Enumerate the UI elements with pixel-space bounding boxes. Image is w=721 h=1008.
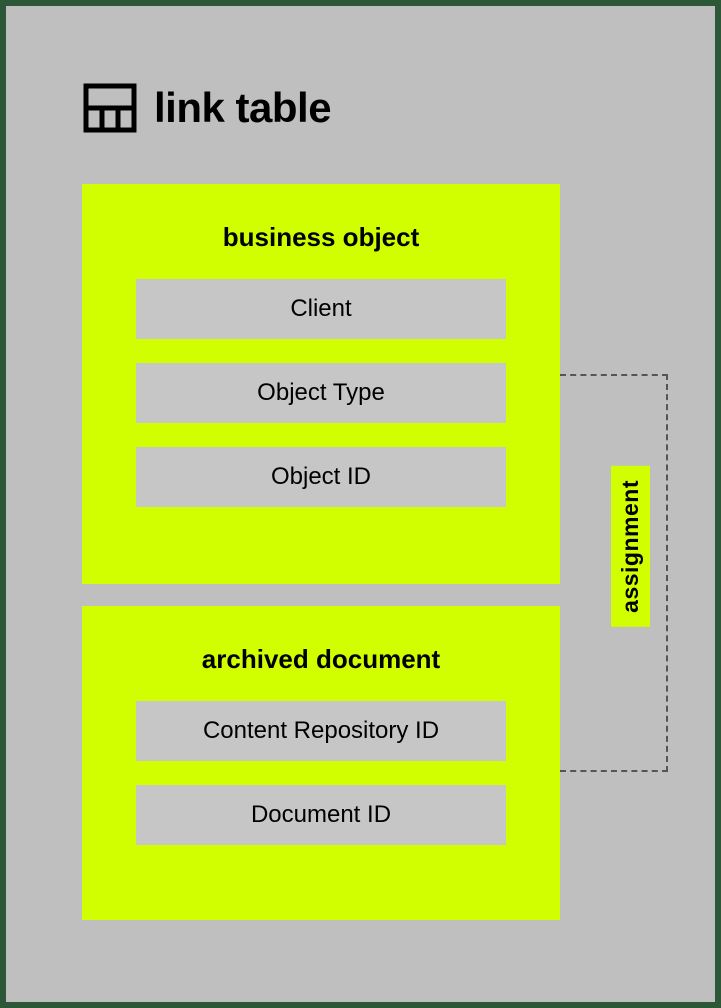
assignment-label: assignment — [611, 466, 650, 627]
business-object-card: business object Client Object Type Objec… — [82, 184, 560, 584]
archived-document-title: archived document — [136, 644, 506, 675]
table-icon — [82, 80, 138, 136]
field-object-type: Object Type — [136, 363, 506, 423]
field-content-repository-id: Content Repository ID — [136, 701, 506, 761]
field-object-id: Object ID — [136, 447, 506, 507]
page-title: link table — [154, 84, 331, 132]
field-document-id: Document ID — [136, 785, 506, 845]
business-object-title: business object — [136, 222, 506, 253]
field-client: Client — [136, 279, 506, 339]
archived-document-card: archived document Content Repository ID … — [82, 606, 560, 920]
page-title-row: link table — [82, 80, 331, 136]
